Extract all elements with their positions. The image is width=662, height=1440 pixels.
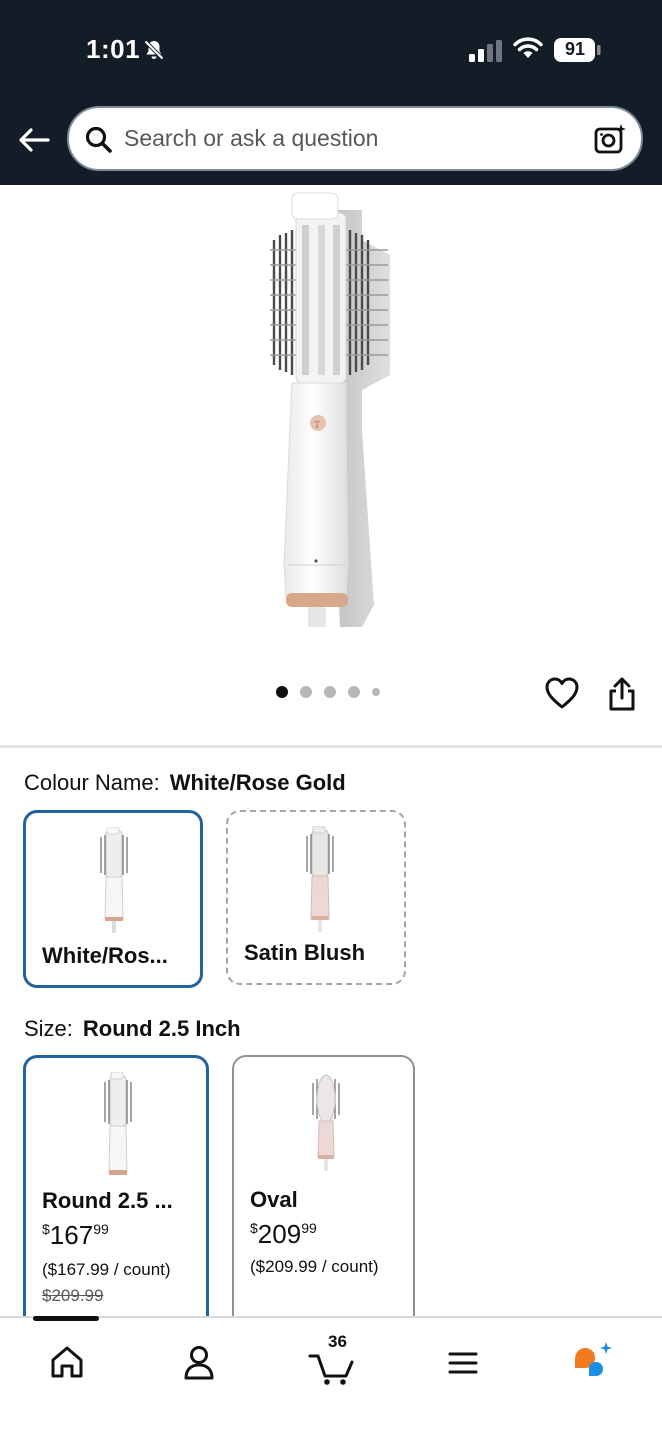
battery-indicator: 91 [553,37,601,68]
menu-icon[interactable] [438,1338,488,1388]
colour-option-satin-blush[interactable]: Satin Blush [226,810,406,985]
price-currency: $ [250,1220,258,1236]
battery-level: 91 [564,39,586,59]
size-label: Size: [24,1016,73,1041]
rufus-assistant-icon[interactable] [570,1338,620,1388]
heart-icon[interactable] [544,676,580,710]
oval-brush-thumbnail [312,1074,340,1171]
cellular-signal-icon [469,40,502,62]
gallery-dot-3[interactable] [324,686,336,698]
size-option-price: $16799 [42,1220,109,1251]
colour-option-name: White/Ros... [42,943,168,968]
price-whole: 167 [49,1220,94,1250]
price-fraction: 99 [301,1220,317,1236]
blush-brush-thumbnail [306,826,334,932]
price-fraction: 99 [93,1221,109,1237]
size-option-name: Oval [250,1187,298,1212]
gallery-dot-2[interactable] [300,686,312,698]
size-option-list-price: $209.99 [42,1286,104,1305]
home-icon[interactable] [42,1338,92,1388]
price-currency: $ [42,1221,50,1237]
bottom-navigation: 36 [0,1316,662,1440]
size-option-price: $20999 [250,1219,317,1250]
status-time: 1:01 [86,34,141,64]
share-icon[interactable] [606,676,638,712]
app-header: 1:01 91 [0,0,662,185]
account-icon[interactable] [174,1338,224,1388]
colour-selected-value: White/Rose Gold [169,770,346,795]
size-selected-value: Round 2.5 Inch [82,1016,241,1041]
product-image-gallery[interactable]: T [0,185,662,745]
search-icon [85,126,112,153]
home-tab-indicator [33,1316,99,1321]
back-arrow-icon[interactable] [16,122,52,158]
price-whole: 209 [257,1219,302,1249]
cart-count: 36 [328,1332,347,1351]
hair-dryer-brush-image: T [270,192,390,627]
gallery-dot-5[interactable] [372,688,380,696]
round-brush-thumbnail [104,1072,132,1175]
size-option-name: Round 2.5 ... [42,1188,173,1213]
gallery-pagination[interactable] [276,686,380,698]
search-input[interactable] [124,108,574,169]
size-option-unit-price: ($167.99 / count) [42,1260,171,1279]
size-option-round[interactable]: Round 2.5 ... $16799 ($167.99 / count) $… [23,1055,209,1335]
gallery-dot-4[interactable] [348,686,360,698]
colour-label: Colour Name: [24,770,160,795]
colour-name-row: Colour Name: White/Rose Gold [24,770,346,796]
size-option-oval[interactable]: Oval $20999 ($209.99 / count) [232,1055,415,1335]
size-option-unit-price: ($209.99 / count) [250,1257,379,1276]
camera-lens-icon[interactable] [593,122,627,156]
cart-button[interactable]: 36 [306,1332,362,1388]
svg-text:T: T [314,420,320,431]
gallery-dot-1[interactable] [276,686,288,698]
wifi-icon [513,37,543,58]
white-brush-thumbnail [100,827,128,933]
size-row: Size: Round 2.5 Inch [24,1016,241,1042]
colour-option-name: Satin Blush [244,940,366,965]
silent-bell-icon [144,40,164,60]
section-divider [0,745,662,748]
colour-option-white-rose-gold[interactable]: White/Ros... [23,810,203,988]
search-bar[interactable] [67,106,643,171]
